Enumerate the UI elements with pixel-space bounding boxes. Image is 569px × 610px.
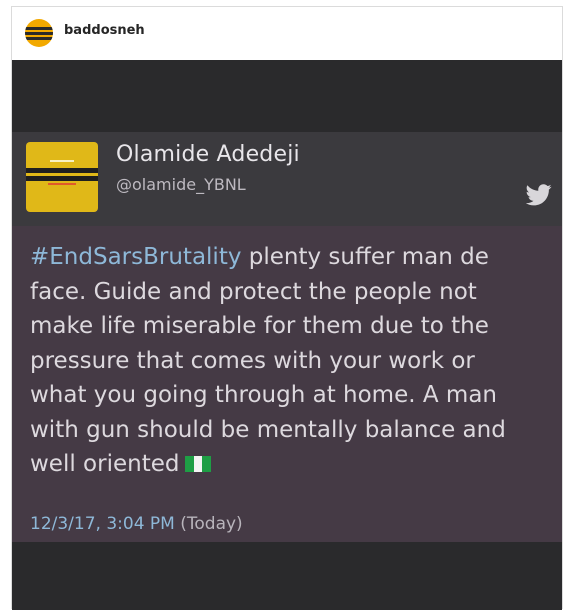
avatar-detail [50, 160, 74, 162]
tweet-author-avatar [26, 142, 98, 212]
tweet-date-text: 12/3/17, 3:04 PM [30, 514, 175, 534]
tweet-line: #EndSarsBrutality plenty suffer man de [30, 240, 550, 275]
post-image: Olamide Adedeji @olamide_YBNL #EndSarsBr… [12, 60, 562, 610]
post-header: baddosneh [12, 7, 562, 60]
user-avatar[interactable] [25, 19, 53, 47]
nigeria-flag-icon [185, 456, 212, 472]
tweet-line-text: well oriented [30, 451, 180, 477]
twitter-bird-icon [526, 184, 552, 206]
tweet-line-text: plenty suffer man de [241, 244, 489, 270]
avatar-stripe [25, 37, 53, 40]
avatar-band [26, 168, 98, 173]
tweet-line: well oriented [30, 447, 550, 482]
tweet-author-handle: @olamide_YBNL [116, 175, 246, 194]
tweet-line: face. Guide and protect the people not [30, 278, 477, 305]
tweet-header: Olamide Adedeji @olamide_YBNL [12, 132, 562, 226]
tweet-text: #EndSarsBrutality plenty suffer man de f… [30, 240, 550, 482]
avatar-band [26, 176, 98, 181]
tweet-line: with gun should be mentally balance and [30, 416, 506, 443]
tweet-author-name: Olamide Adedeji [116, 142, 300, 167]
avatar-detail [48, 183, 76, 185]
tweet-line: what you going through at home. A man [30, 382, 497, 408]
tweet-hashtag[interactable]: #EndSarsBrutality [30, 244, 241, 270]
tweet-card: Olamide Adedeji @olamide_YBNL #EndSarsBr… [12, 132, 562, 542]
avatar-stripe [25, 27, 53, 30]
tweet-relative-time: (Today) [180, 514, 243, 534]
post-username[interactable]: baddosneh [64, 23, 145, 38]
tweet-line: pressure that comes with your work or [30, 347, 475, 374]
tweet-line: make life miserable for them due to the [30, 313, 489, 339]
instagram-post: baddosneh Olamide Adedeji @olamide_YBNL … [11, 6, 563, 610]
tweet-timestamp: 12/3/17, 3:04 PM (Today) [30, 514, 243, 534]
avatar-stripe [25, 32, 53, 35]
